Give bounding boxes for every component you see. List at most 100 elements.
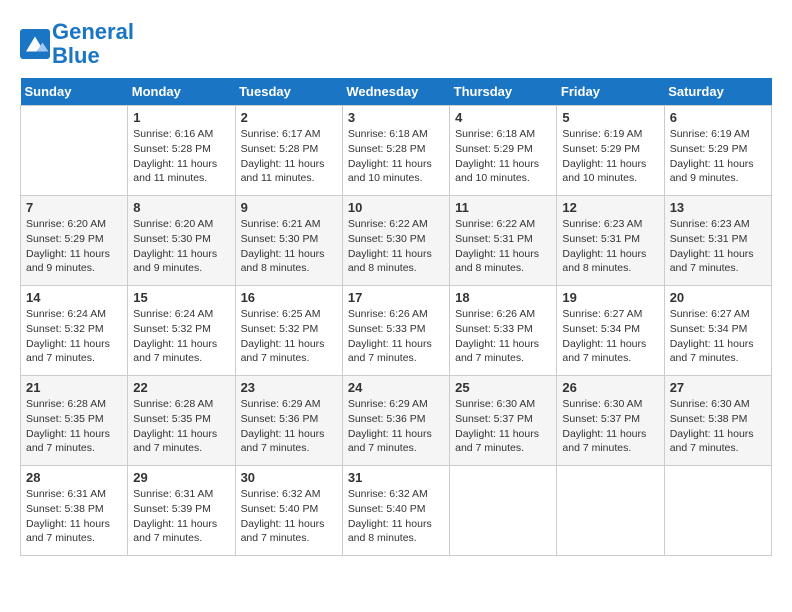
- day-info: Sunrise: 6:31 AM Sunset: 5:38 PM Dayligh…: [26, 487, 122, 546]
- day-number: 14: [26, 290, 122, 305]
- calendar-cell: 7Sunrise: 6:20 AM Sunset: 5:29 PM Daylig…: [21, 196, 128, 286]
- day-info: Sunrise: 6:30 AM Sunset: 5:38 PM Dayligh…: [670, 397, 766, 456]
- calendar-table: SundayMondayTuesdayWednesdayThursdayFrid…: [20, 78, 772, 556]
- header-row: SundayMondayTuesdayWednesdayThursdayFrid…: [21, 78, 772, 106]
- calendar-cell: 22 Sunrise: 6:28 AM Sunset: 5:35 PM Dayli…: [128, 376, 235, 466]
- day-info: Sunrise: 6:20 AM Sunset: 5:30 PM Dayligh…: [133, 217, 229, 276]
- calendar-cell: 12Sunrise: 6:23 AM Sunset: 5:31 PM Dayli…: [557, 196, 664, 286]
- day-info: Sunrise: 6:29 AM Sunset: 5:36 PM Dayligh…: [241, 397, 337, 456]
- week-row-2: 7Sunrise: 6:20 AM Sunset: 5:29 PM Daylig…: [21, 196, 772, 286]
- calendar-cell: [664, 466, 771, 556]
- header-saturday: Saturday: [664, 78, 771, 106]
- header-wednesday: Wednesday: [342, 78, 449, 106]
- day-number: 20: [670, 290, 766, 305]
- logo-icon: [20, 29, 50, 59]
- calendar-cell: 20 Sunrise: 6:27 AM Sunset: 5:34 PM Dayli…: [664, 286, 771, 376]
- calendar-cell: 3 Sunrise: 6:18 AM Sunset: 5:28 PM Daylig…: [342, 106, 449, 196]
- day-info: Sunrise: 6:22 AM Sunset: 5:31 PM Dayligh…: [455, 217, 551, 276]
- calendar-cell: 25Sunrise: 6:30 AM Sunset: 5:37 PM Dayli…: [450, 376, 557, 466]
- calendar-cell: 4 Sunrise: 6:18 AM Sunset: 5:29 PM Daylig…: [450, 106, 557, 196]
- day-info: Sunrise: 6:28 AM Sunset: 5:35 PM Dayligh…: [26, 397, 122, 456]
- day-number: 16: [241, 290, 337, 305]
- day-number: 27: [670, 380, 766, 395]
- calendar-cell: 24 Sunrise: 6:29 AM Sunset: 5:36 PM Dayli…: [342, 376, 449, 466]
- day-info: Sunrise: 6:30 AM Sunset: 5:37 PM Dayligh…: [455, 397, 551, 456]
- day-info: Sunrise: 6:28 AM Sunset: 5:35 PM Dayligh…: [133, 397, 229, 456]
- day-info: Sunrise: 6:29 AM Sunset: 5:36 PM Dayligh…: [348, 397, 444, 456]
- page-header: General Blue: [20, 20, 772, 68]
- day-number: 15: [133, 290, 229, 305]
- day-number: 19: [562, 290, 658, 305]
- day-info: Sunrise: 6:18 AM Sunset: 5:29 PM Dayligh…: [455, 127, 551, 186]
- day-info: Sunrise: 6:23 AM Sunset: 5:31 PM Dayligh…: [670, 217, 766, 276]
- day-info: Sunrise: 6:17 AM Sunset: 5:28 PM Dayligh…: [241, 127, 337, 186]
- week-row-3: 14 Sunrise: 6:24 AM Sunset: 5:32 PM Dayli…: [21, 286, 772, 376]
- day-info: Sunrise: 6:24 AM Sunset: 5:32 PM Dayligh…: [133, 307, 229, 366]
- day-number: 2: [241, 110, 337, 125]
- calendar-cell: 16 Sunrise: 6:25 AM Sunset: 5:32 PM Dayli…: [235, 286, 342, 376]
- calendar-cell: 13 Sunrise: 6:23 AM Sunset: 5:31 PM Dayli…: [664, 196, 771, 286]
- calendar-cell: [557, 466, 664, 556]
- day-info: Sunrise: 6:27 AM Sunset: 5:34 PM Dayligh…: [670, 307, 766, 366]
- week-row-5: 28 Sunrise: 6:31 AM Sunset: 5:38 PM Dayli…: [21, 466, 772, 556]
- calendar-cell: 1 Sunrise: 6:16 AM Sunset: 5:28 PM Daylig…: [128, 106, 235, 196]
- calendar-cell: 9Sunrise: 6:21 AM Sunset: 5:30 PM Daylig…: [235, 196, 342, 286]
- header-thursday: Thursday: [450, 78, 557, 106]
- day-info: Sunrise: 6:26 AM Sunset: 5:33 PM Dayligh…: [455, 307, 551, 366]
- calendar-cell: 2 Sunrise: 6:17 AM Sunset: 5:28 PM Daylig…: [235, 106, 342, 196]
- day-info: Sunrise: 6:22 AM Sunset: 5:30 PM Dayligh…: [348, 217, 444, 276]
- day-number: 24: [348, 380, 444, 395]
- day-info: Sunrise: 6:19 AM Sunset: 5:29 PM Dayligh…: [670, 127, 766, 186]
- week-row-1: 1 Sunrise: 6:16 AM Sunset: 5:28 PM Daylig…: [21, 106, 772, 196]
- day-info: Sunrise: 6:19 AM Sunset: 5:29 PM Dayligh…: [562, 127, 658, 186]
- calendar-cell: 19 Sunrise: 6:27 AM Sunset: 5:34 PM Dayli…: [557, 286, 664, 376]
- day-info: Sunrise: 6:26 AM Sunset: 5:33 PM Dayligh…: [348, 307, 444, 366]
- day-info: Sunrise: 6:16 AM Sunset: 5:28 PM Dayligh…: [133, 127, 229, 186]
- calendar-cell: 28 Sunrise: 6:31 AM Sunset: 5:38 PM Dayli…: [21, 466, 128, 556]
- day-number: 4: [455, 110, 551, 125]
- day-number: 10: [348, 200, 444, 215]
- calendar-cell: 23 Sunrise: 6:29 AM Sunset: 5:36 PM Dayli…: [235, 376, 342, 466]
- header-friday: Friday: [557, 78, 664, 106]
- calendar-cell: [21, 106, 128, 196]
- calendar-cell: 17Sunrise: 6:26 AM Sunset: 5:33 PM Dayli…: [342, 286, 449, 376]
- day-number: 22: [133, 380, 229, 395]
- calendar-cell: 14 Sunrise: 6:24 AM Sunset: 5:32 PM Dayli…: [21, 286, 128, 376]
- day-number: 5: [562, 110, 658, 125]
- calendar-cell: 10 Sunrise: 6:22 AM Sunset: 5:30 PM Dayli…: [342, 196, 449, 286]
- calendar-cell: 26 Sunrise: 6:30 AM Sunset: 5:37 PM Dayli…: [557, 376, 664, 466]
- day-number: 21: [26, 380, 122, 395]
- day-info: Sunrise: 6:23 AM Sunset: 5:31 PM Dayligh…: [562, 217, 658, 276]
- header-sunday: Sunday: [21, 78, 128, 106]
- day-info: Sunrise: 6:27 AM Sunset: 5:34 PM Dayligh…: [562, 307, 658, 366]
- calendar-cell: 11 Sunrise: 6:22 AM Sunset: 5:31 PM Dayli…: [450, 196, 557, 286]
- week-row-4: 21 Sunrise: 6:28 AM Sunset: 5:35 PM Dayli…: [21, 376, 772, 466]
- day-number: 9: [241, 200, 337, 215]
- calendar-cell: 15 Sunrise: 6:24 AM Sunset: 5:32 PM Dayli…: [128, 286, 235, 376]
- day-info: Sunrise: 6:24 AM Sunset: 5:32 PM Dayligh…: [26, 307, 122, 366]
- day-number: 29: [133, 470, 229, 485]
- logo: General Blue: [20, 20, 134, 68]
- header-monday: Monday: [128, 78, 235, 106]
- day-number: 26: [562, 380, 658, 395]
- day-info: Sunrise: 6:18 AM Sunset: 5:28 PM Dayligh…: [348, 127, 444, 186]
- day-number: 18: [455, 290, 551, 305]
- header-tuesday: Tuesday: [235, 78, 342, 106]
- calendar-cell: 8Sunrise: 6:20 AM Sunset: 5:30 PM Daylig…: [128, 196, 235, 286]
- calendar-cell: 5 Sunrise: 6:19 AM Sunset: 5:29 PM Daylig…: [557, 106, 664, 196]
- day-number: 13: [670, 200, 766, 215]
- day-number: 3: [348, 110, 444, 125]
- day-info: Sunrise: 6:31 AM Sunset: 5:39 PM Dayligh…: [133, 487, 229, 546]
- day-info: Sunrise: 6:30 AM Sunset: 5:37 PM Dayligh…: [562, 397, 658, 456]
- day-info: Sunrise: 6:20 AM Sunset: 5:29 PM Dayligh…: [26, 217, 122, 276]
- day-number: 28: [26, 470, 122, 485]
- calendar-cell: 30Sunrise: 6:32 AM Sunset: 5:40 PM Dayli…: [235, 466, 342, 556]
- day-info: Sunrise: 6:32 AM Sunset: 5:40 PM Dayligh…: [348, 487, 444, 546]
- day-number: 1: [133, 110, 229, 125]
- calendar-cell: 18 Sunrise: 6:26 AM Sunset: 5:33 PM Dayli…: [450, 286, 557, 376]
- calendar-cell: 31 Sunrise: 6:32 AM Sunset: 5:40 PM Dayli…: [342, 466, 449, 556]
- day-number: 23: [241, 380, 337, 395]
- day-info: Sunrise: 6:25 AM Sunset: 5:32 PM Dayligh…: [241, 307, 337, 366]
- day-number: 11: [455, 200, 551, 215]
- day-number: 31: [348, 470, 444, 485]
